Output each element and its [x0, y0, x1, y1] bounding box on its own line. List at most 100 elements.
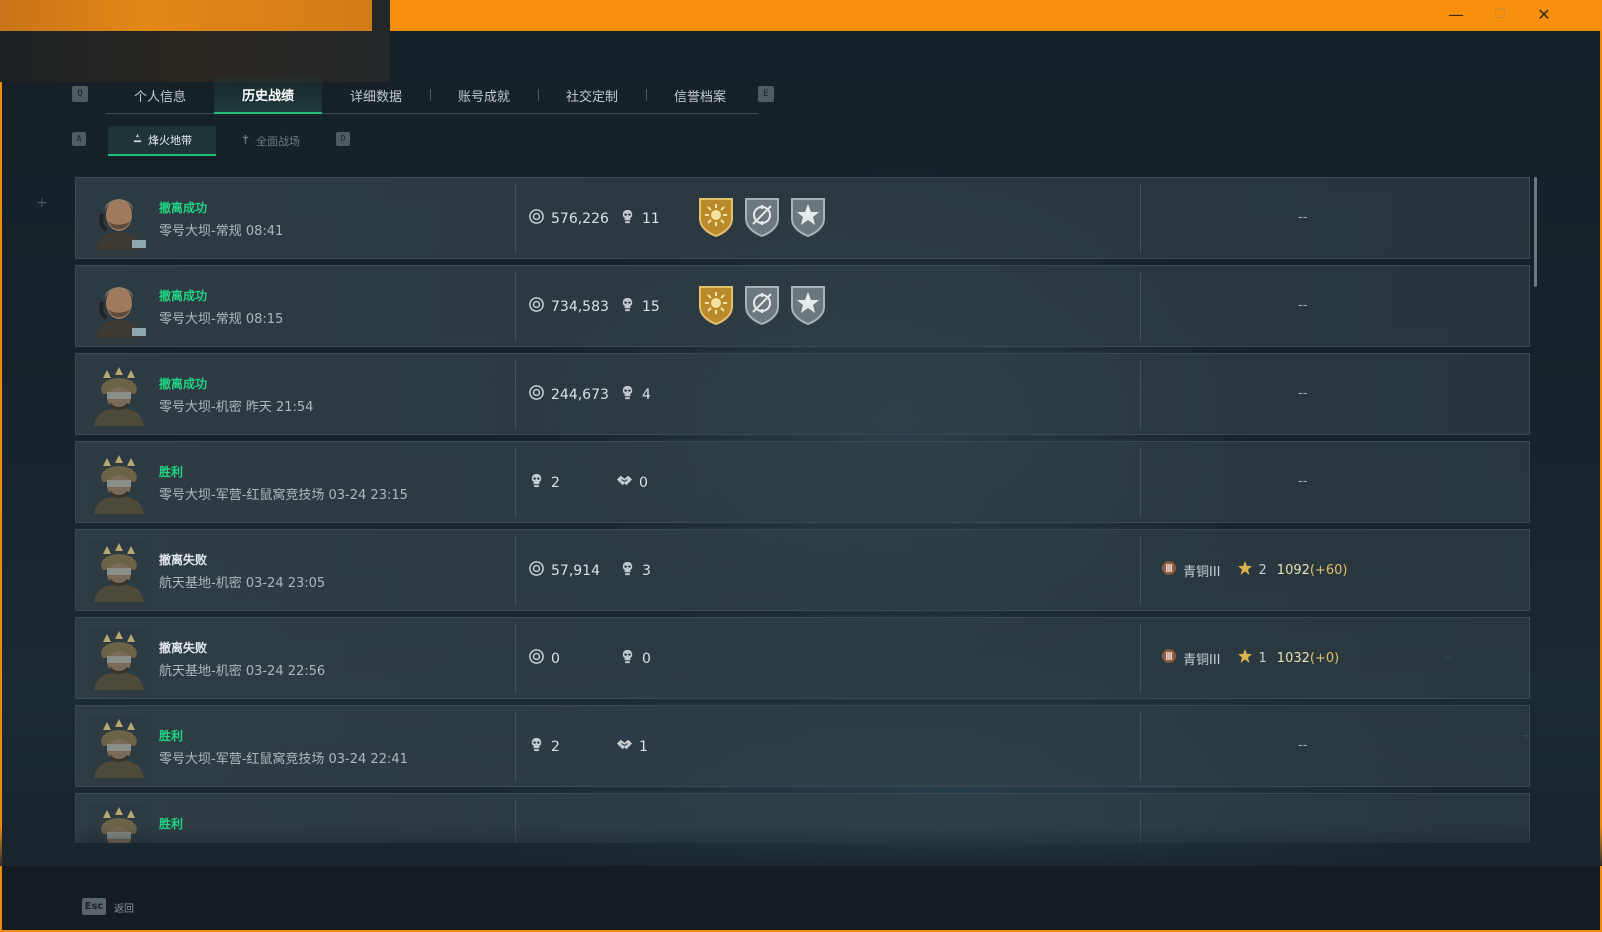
subtab-label: 全面战场 [256, 135, 300, 148]
silver-star-medal-icon[interactable] [788, 195, 828, 238]
column-divider [515, 184, 516, 254]
title-bar-obscured-area [0, 0, 390, 82]
rank-badge-icon [1161, 560, 1177, 580]
rank-score-delta: (+60) [1309, 562, 1348, 578]
map-and-time: 零号大坝-常规 08:41 [159, 224, 284, 239]
value-icon [528, 560, 545, 581]
tab-5[interactable]: 信誉档案 [646, 76, 754, 114]
list-fade [0, 826, 1602, 866]
evacuation-value: 57,914 [528, 560, 600, 581]
rank-score-delta: (+0) [1309, 650, 1340, 666]
subtab-0[interactable]: 烽火地带 [108, 126, 216, 156]
silver-target-medal-icon[interactable] [742, 283, 782, 326]
rank-placeholder: -- [1298, 386, 1308, 401]
operator-avatar [88, 628, 150, 690]
match-record-row[interactable]: 撤离失败 航天基地-机密 03-24 23:05 57,914 3 青铜III 2 1092… [75, 529, 1530, 611]
evacuation-value: 734,583 [528, 296, 609, 317]
kill-number: 2 [551, 474, 560, 491]
map-and-time: 航天基地-机密 03-24 23:05 [159, 576, 326, 591]
match-record-row[interactable]: 撤离失败 航天基地-机密 03-24 22:56 0 0 青铜III 1 1032 (+0) [75, 617, 1530, 699]
column-divider [515, 536, 516, 606]
operator-avatar [88, 276, 150, 338]
column-divider [515, 448, 516, 518]
skull-icon [619, 648, 636, 669]
match-record-row[interactable]: 胜利 零号大坝-军营-红鼠窝竞技场 03-24 22:41 2 1 -- [75, 705, 1530, 787]
operator-avatar [88, 364, 150, 426]
match-record-row[interactable]: 撤离成功 零号大坝-常规 08:15 734,583 15 -- [75, 265, 1530, 347]
rank-stars: 1 [1258, 650, 1267, 666]
operator-avatar [88, 188, 150, 250]
tab-0[interactable]: 个人信息 [106, 76, 214, 114]
rank-badge-icon [1161, 648, 1177, 668]
column-divider [515, 272, 516, 342]
next-subtab-key[interactable]: D [336, 132, 350, 146]
silver-star-medal-icon[interactable] [788, 283, 828, 326]
icon-warzone-icon [132, 133, 143, 147]
tab-2[interactable]: 详细数据 [322, 76, 430, 114]
kill-count: 15 [619, 296, 660, 317]
map-and-time: 零号大坝-军营-红鼠窝竞技场 03-24 23:15 [159, 488, 408, 503]
prev-tab-key[interactable]: Q [72, 86, 88, 102]
list-scrollbar[interactable] [1534, 177, 1537, 287]
rank-score: 1092 [1276, 562, 1310, 578]
kill-number: 11 [642, 210, 660, 227]
match-result: 胜利 [159, 729, 184, 743]
column-divider [1140, 536, 1141, 606]
match-result: 撤离成功 [159, 377, 208, 391]
esc-key[interactable]: Esc [82, 898, 106, 915]
kill-number: 2 [551, 738, 560, 755]
kill-count: 4 [619, 384, 651, 405]
rank-info: 青铜III 2 1092 (+60) [1161, 560, 1347, 580]
rank-info: 青铜III 1 1032 (+0) [1161, 648, 1339, 668]
subtab-label: 烽火地带 [148, 134, 192, 147]
next-tab-key[interactable]: E [758, 86, 774, 102]
kill-count: 2 [528, 736, 560, 757]
match-record-row[interactable]: 胜利 零号大坝-军营-红鼠窝竞技场 03-24 23:15 2 0 -- [75, 441, 1530, 523]
match-record-row[interactable]: 撤离成功 零号大坝-机密 昨天 21:54 244,673 4 -- [75, 353, 1530, 435]
gold-sun-medal-icon[interactable] [696, 283, 736, 326]
tab-4[interactable]: 社交定制 [538, 76, 646, 114]
rank-placeholder: -- [1298, 738, 1308, 753]
minimize-button[interactable]: — [1436, 4, 1476, 26]
kill-number: 15 [642, 298, 660, 315]
kill-number: 3 [642, 562, 651, 579]
rank-stars: 2 [1258, 562, 1267, 578]
gold-sun-medal-icon[interactable] [696, 195, 736, 238]
subtab-1[interactable]: 全面战场 [216, 126, 324, 156]
evacuation-value: 244,673 [528, 384, 609, 405]
star-icon [1237, 648, 1253, 668]
evacuation-value: 576,226 [528, 208, 609, 229]
skull-icon [619, 208, 636, 229]
assist-count: 1 [616, 736, 648, 757]
main-tabs: 个人信息 历史战绩 详细数据 账号成就 社交定制 信誉档案 [106, 76, 758, 114]
column-divider [1140, 184, 1141, 254]
operator-avatar [88, 716, 150, 778]
icon-battlefield-icon [240, 134, 251, 148]
column-divider [1140, 272, 1141, 342]
tab-1[interactable]: 历史战绩 [214, 76, 322, 114]
value-amount: 576,226 [551, 210, 609, 227]
bottom-bar [2, 866, 1600, 930]
skull-icon [619, 296, 636, 317]
close-button[interactable]: ✕ [1524, 4, 1564, 26]
handshake-icon [616, 736, 633, 757]
evacuation-value: 0 [528, 648, 560, 669]
kill-count: 2 [528, 472, 560, 493]
map-and-time: 航天基地-机密 03-24 22:56 [159, 664, 326, 679]
operator-avatar [88, 540, 150, 602]
match-record-row[interactable]: 撤离成功 零号大坝-常规 08:41 576,226 11 -- [75, 177, 1530, 259]
value-amount: 0 [551, 650, 560, 667]
maximize-button[interactable]: ☐ [1480, 4, 1520, 26]
rank-tier: 青铜III [1183, 564, 1221, 580]
tab-3[interactable]: 账号成就 [430, 76, 538, 114]
rank-placeholder: -- [1298, 298, 1308, 313]
match-history-list[interactable]: 撤离成功 零号大坝-常规 08:41 576,226 11 -- 撤离成功 零号大坝-常规 … [75, 177, 1530, 843]
kill-count: 0 [619, 648, 651, 669]
prev-subtab-key[interactable]: A [72, 132, 86, 146]
silver-target-medal-icon[interactable] [742, 195, 782, 238]
back-button-label[interactable]: 返回 [114, 900, 134, 915]
skull-icon [619, 560, 636, 581]
rank-tier: 青铜III [1183, 652, 1221, 668]
column-divider [1140, 448, 1141, 518]
skull-icon [619, 384, 636, 405]
